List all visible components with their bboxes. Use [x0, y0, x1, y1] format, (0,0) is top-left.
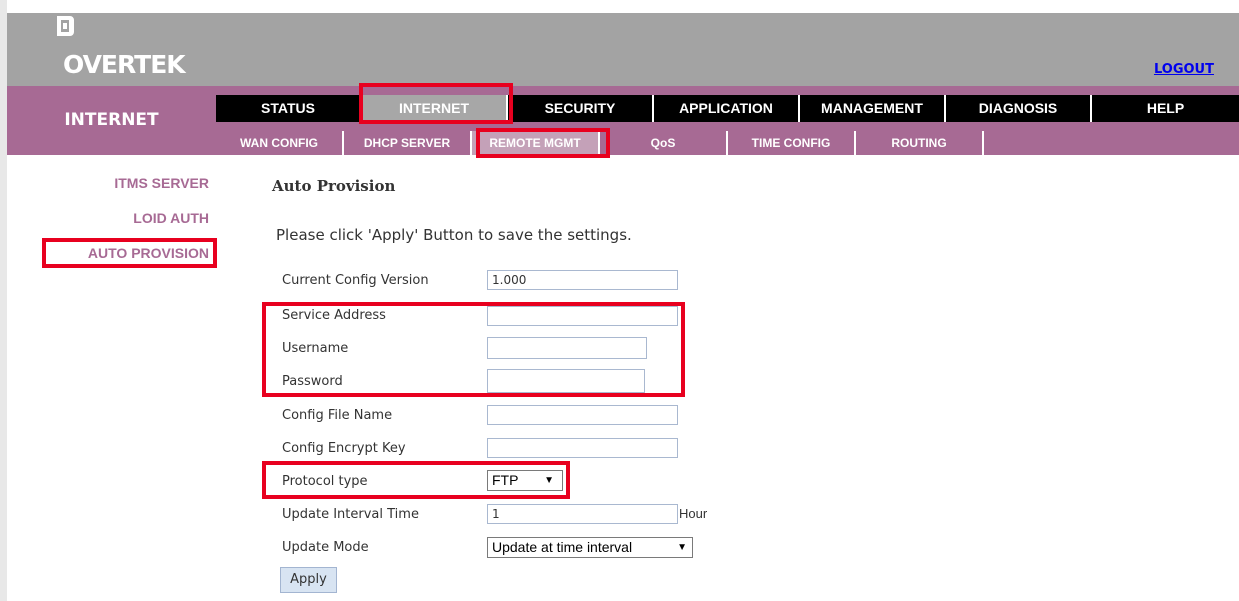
config-file-name-label: Config File Name	[282, 408, 393, 423]
subtab-qos[interactable]: QoS	[600, 131, 728, 155]
highlight-auto-provision	[42, 238, 217, 268]
subtab-routing[interactable]: ROUTING	[856, 131, 984, 155]
tab-diagnosis[interactable]: DIAGNOSIS	[946, 95, 1092, 122]
subtab-time-config[interactable]: TIME CONFIG	[728, 131, 856, 155]
header-bar: OVERTEK	[7, 13, 1239, 86]
highlight-internet-tab	[359, 83, 513, 124]
dropdown-arrow-icon: ▼	[677, 542, 687, 553]
update-mode-select[interactable]: Update at time interval ▼	[487, 537, 693, 558]
section-title: INTERNET	[64, 110, 159, 130]
update-mode-label: Update Mode	[282, 540, 369, 555]
tab-management[interactable]: MANAGEMENT	[800, 95, 946, 122]
update-mode-value: Update at time interval	[492, 539, 633, 555]
current-config-version-field[interactable]	[487, 270, 678, 290]
subtab-dhcp-server[interactable]: DHCP SERVER	[344, 131, 472, 155]
brand-logo: OVERTEK	[63, 50, 186, 79]
tab-application[interactable]: APPLICATION	[654, 95, 800, 122]
apply-button[interactable]: Apply	[280, 567, 337, 593]
tab-help[interactable]: HELP	[1092, 95, 1239, 122]
highlight-credentials	[262, 302, 685, 397]
tab-status[interactable]: STATUS	[216, 95, 362, 122]
sidebar-item-itms-server[interactable]: ITMS SERVER	[114, 175, 209, 191]
logo-mark-icon	[57, 16, 74, 36]
left-edge	[0, 0, 7, 601]
page-title: Auto Provision	[272, 177, 396, 195]
config-encrypt-key-label: Config Encrypt Key	[282, 441, 406, 456]
subtab-wan-config[interactable]: WAN CONFIG	[216, 131, 344, 155]
config-encrypt-key-field[interactable]	[487, 438, 678, 458]
update-interval-time-field[interactable]	[487, 504, 678, 524]
logout-link[interactable]: LOGOUT	[1154, 62, 1214, 77]
subtab-filler	[984, 131, 1239, 155]
update-interval-time-label: Update Interval Time	[282, 507, 419, 522]
highlight-protocol-type	[262, 461, 570, 499]
config-file-name-field[interactable]	[487, 405, 678, 425]
sidebar-item-loid-auth[interactable]: LOID AUTH	[133, 210, 209, 226]
sub-tabs: WAN CONFIG DHCP SERVER REMOTE MGMT QoS T…	[216, 131, 1239, 155]
tab-security[interactable]: SECURITY	[508, 95, 654, 122]
instruction-text: Please click 'Apply' Button to save the …	[276, 226, 632, 244]
current-config-version-label: Current Config Version	[282, 273, 429, 288]
update-interval-unit: Hour	[679, 506, 708, 521]
highlight-remote-mgmt	[476, 128, 610, 158]
